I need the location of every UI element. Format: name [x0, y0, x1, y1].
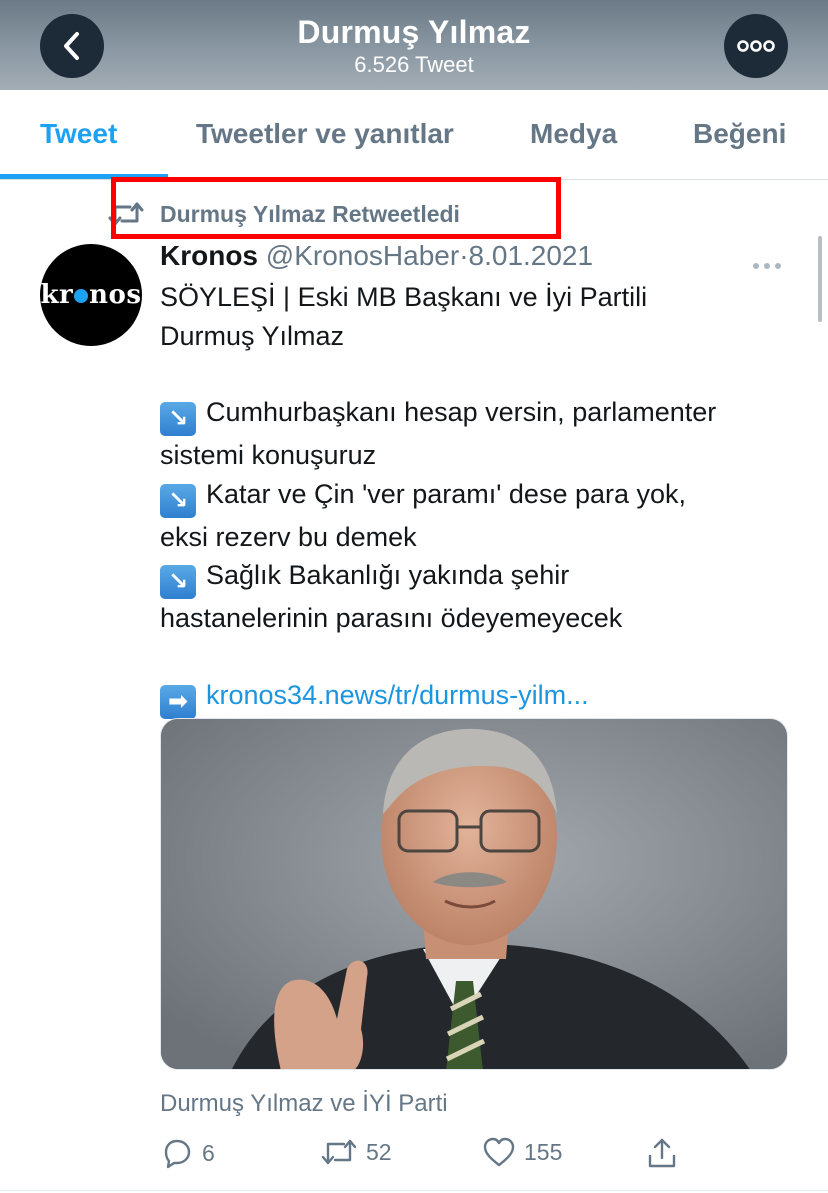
tweet-text: SÖYLEŞİ | Eski MB Başkanı ve İyi Partili…	[160, 278, 800, 719]
logo-text-end: nos	[89, 280, 142, 310]
profile-header: Durmuş Yılmaz 6.526 Tweet	[0, 0, 828, 90]
reply-icon	[164, 1139, 191, 1169]
like-button[interactable]: 155	[482, 1136, 562, 1168]
tweet-actions: 6 52 155	[160, 1136, 700, 1176]
highlight-annotation-box	[111, 177, 561, 239]
more-icon	[753, 263, 781, 269]
scrollbar[interactable]	[818, 236, 822, 322]
link-line: ➡ kronos34.news/tr/durmus-yilm...	[160, 676, 800, 719]
like-count: 155	[524, 1138, 563, 1165]
tweet-title-line1: SÖYLEŞİ | Eski MB Başkanı ve İyi Partili	[160, 282, 648, 312]
profile-title: Durmuş Yılmaz	[297, 14, 531, 50]
article-link[interactable]: kronos34.news/tr/durmus-yilm...	[206, 680, 589, 710]
logo-text-start: kr	[40, 280, 74, 310]
arrow-down-right-icon: ↘	[160, 565, 196, 599]
more-horizontal-icon	[737, 40, 775, 52]
bullet-2-line2: eksi rezerv bu demek	[160, 521, 417, 552]
bullet-3-line2: hastanelerinin parasını ödeyemeyecek	[160, 603, 623, 633]
tab-media[interactable]: Medya	[530, 118, 617, 150]
heart-icon	[483, 1137, 515, 1167]
tab-tweets-and-replies[interactable]: Tweetler ve yanıtlar	[196, 118, 454, 150]
bullet-3-line1: Sağlık Bakanlığı yakında şehir	[206, 560, 570, 590]
tab-tweet[interactable]: Tweet	[40, 118, 117, 150]
share-button[interactable]	[646, 1136, 678, 1170]
image-caption: Durmuş Yılmaz ve İYİ Parti	[160, 1090, 448, 1117]
bullet-1-line2: sistemi konuşuruz	[160, 440, 377, 470]
more-options-button[interactable]	[724, 14, 788, 78]
reply-button[interactable]: 6	[160, 1136, 215, 1170]
tweet-title-line2: Durmuş Yılmaz	[160, 320, 345, 351]
tab-likes[interactable]: Beğeni	[693, 118, 786, 150]
reply-count: 6	[202, 1139, 215, 1166]
avatar[interactable]: kr nos	[40, 244, 142, 346]
arrow-right-icon: ➡	[160, 684, 196, 719]
retweet-button[interactable]: 52	[320, 1136, 392, 1168]
profile-tabs: Tweet Tweetler ve yanıtlar Medya Beğeni	[0, 90, 828, 180]
share-icon	[648, 1138, 676, 1168]
tweet-count: 6.526 Tweet	[354, 52, 474, 77]
bullet-2: ↘ Katar ve Çin 'ver paramı' dese para yok…	[160, 475, 800, 518]
bullet-1: ↘ Cumhurbaşkanı hesap versin, parlamenter	[160, 393, 800, 436]
bullet-2-line1: Katar ve Çin 'ver paramı' dese para yok,	[206, 478, 687, 509]
portrait-photo	[161, 719, 787, 1069]
arrow-down-right-icon: ↘	[160, 483, 196, 518]
tweet-date[interactable]: 8.01.2021	[469, 240, 594, 271]
separator-dot: ·	[459, 240, 469, 271]
arrow-down-right-icon: ↘	[160, 402, 196, 436]
bullet-3: ↘ Sağlık Bakanlığı yakında şehir	[160, 556, 800, 599]
author-handle[interactable]: @KronosHaber	[266, 240, 459, 271]
bullet-1-line1: Cumhurbaşkanı hesap versin, parlamenter	[206, 397, 717, 427]
author-name[interactable]: Kronos	[160, 240, 258, 271]
retweet-icon	[321, 1139, 357, 1165]
tweet-header: Kronos @KronosHaber·8.01.2021	[160, 240, 593, 272]
tweet-menu-button[interactable]	[752, 246, 782, 277]
retweet-count: 52	[366, 1138, 392, 1165]
kronos-logo: kr nos	[40, 280, 141, 310]
logo-dot	[74, 289, 89, 303]
tweet-image[interactable]	[160, 718, 788, 1070]
divider	[0, 1190, 828, 1191]
